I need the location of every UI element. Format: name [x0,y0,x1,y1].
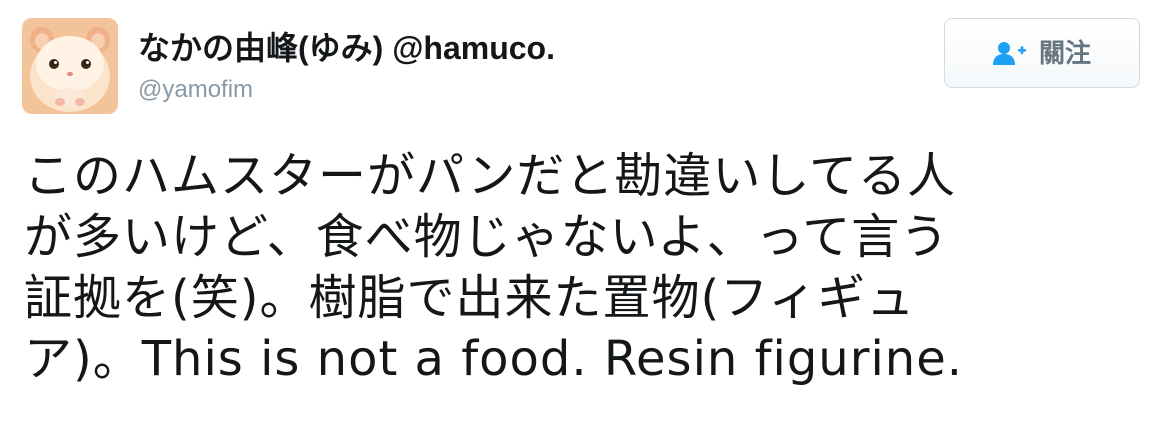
add-user-icon [992,42,1026,65]
hamster-avatar-icon [22,18,118,114]
follow-label: 關注 [1038,38,1091,68]
tweet-text: このハムスターがパンだと勘違いしてる人 が多いけど、食べ物じゃないよ、って言う … [24,146,1144,390]
tweet-card: なかの由峰(ゆみ) @hamuco. @yamofim 關注 このハムスターがパ… [0,0,1160,430]
display-name[interactable]: なかの由峰(ゆみ) @hamuco. [138,28,555,68]
tweet-text-line: 証拠を(笑)。樹脂で出来た置物(フィギュ [24,270,916,326]
follow-button[interactable]: 關注 [944,18,1140,88]
tweet-text-line: が多いけど、食べ物じゃないよ、って言う [24,209,950,265]
screen-name[interactable]: @yamofim [138,74,253,106]
tweet-text-line: このハムスターがパンだと勘違いしてる人 [24,148,956,204]
tweet-text-line: ア)。This is not a food. Resin figurine. [24,331,963,387]
avatar[interactable] [22,18,118,114]
